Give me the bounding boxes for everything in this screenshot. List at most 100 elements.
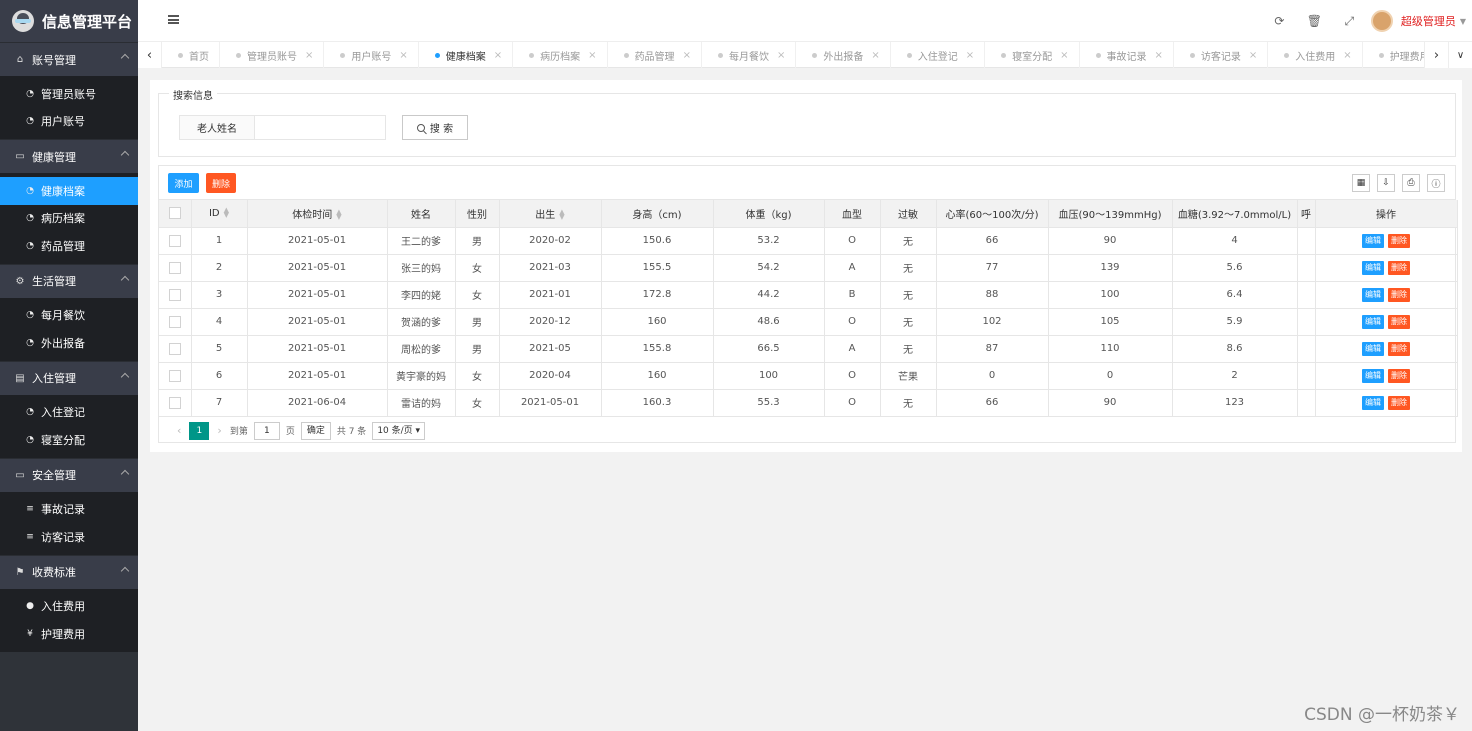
tab-2[interactable]: 用户账号 × (324, 42, 419, 68)
tab-4[interactable]: 病历档案 × (513, 42, 608, 68)
row-delete-button[interactable]: 删除 (1388, 395, 1410, 410)
tab-12[interactable]: 入住费用 × (1268, 42, 1363, 68)
export-icon[interactable]: ⇩ (1377, 174, 1395, 192)
close-icon[interactable]: × (494, 50, 502, 61)
row-checkbox[interactable] (159, 308, 192, 336)
sort-icon[interactable]: ▲ ▼ (559, 208, 564, 220)
elder-name-input[interactable] (254, 115, 386, 140)
row-checkbox[interactable] (159, 227, 192, 255)
close-icon[interactable]: × (777, 50, 785, 61)
sidebar-item-4-0[interactable]: ≡ 事故记录 (0, 496, 138, 524)
tab-10[interactable]: 事故记录 × (1080, 42, 1174, 68)
edit-button[interactable]: 编辑 (1362, 233, 1384, 248)
sidebar-item-4-1[interactable]: ≡ 访客记录 (0, 523, 138, 551)
columns-filter-icon[interactable]: ▦ (1352, 174, 1370, 192)
info-icon[interactable]: ⓘ (1427, 174, 1445, 192)
prev-page-icon[interactable]: ‹ (177, 424, 181, 437)
tab-11[interactable]: 访客记录 × (1174, 42, 1269, 68)
close-icon[interactable]: × (1343, 50, 1351, 61)
current-page[interactable]: 1 (189, 421, 210, 440)
tab-scroll-right-icon[interactable]: › (1424, 42, 1448, 68)
row-checkbox[interactable] (159, 389, 192, 417)
tab-9[interactable]: 寝室分配 × (985, 42, 1080, 68)
close-icon[interactable]: × (966, 50, 974, 61)
search-button[interactable]: 搜 索 (402, 115, 468, 140)
close-icon[interactable]: × (399, 50, 407, 61)
trash-icon[interactable]: 🗑 (1297, 14, 1332, 28)
sidebar-group-4[interactable]: ▭ 安全管理 (0, 457, 138, 492)
row-checkbox[interactable] (159, 335, 192, 363)
close-icon[interactable]: × (683, 50, 691, 61)
edit-button[interactable]: 编辑 (1362, 395, 1384, 410)
row-delete-button[interactable]: 删除 (1388, 368, 1410, 383)
close-icon[interactable]: × (1155, 50, 1163, 61)
tab-6[interactable]: 每月餐饮 × (702, 42, 797, 68)
sidebar-group-2[interactable]: ⚙ 生活管理 (0, 263, 138, 298)
print-icon[interactable]: ⎙ (1402, 174, 1420, 192)
table-cell: A (824, 335, 881, 363)
sidebar-item-2-0[interactable]: ◔ 每月餐饮 (0, 302, 138, 330)
tab-menu-icon[interactable]: ∨ (1448, 42, 1472, 68)
goto-page-input[interactable]: 1 (253, 421, 280, 440)
sidebar-item-2-1[interactable]: ◔ 外出报备 (0, 329, 138, 357)
tab-5[interactable]: 药品管理 × (608, 42, 702, 68)
row-delete-button[interactable]: 删除 (1388, 314, 1410, 329)
sidebar-item-3-1[interactable]: ◔ 寝室分配 (0, 426, 138, 454)
avatar[interactable] (1370, 10, 1393, 32)
close-icon[interactable]: × (588, 50, 596, 61)
column-header[interactable]: 体检时间 ▲ ▼ (247, 200, 388, 228)
close-icon[interactable]: × (1060, 50, 1068, 61)
tab-13[interactable]: 护理费用× (1363, 42, 1424, 68)
close-icon[interactable]: × (305, 50, 313, 61)
refresh-icon[interactable]: ⟳ (1262, 14, 1297, 28)
sidebar-item-1-2[interactable]: ◔ 药品管理 (0, 232, 138, 260)
sidebar-item-1-1[interactable]: ◔ 病历档案 (0, 205, 138, 233)
user-dropdown-icon[interactable]: ▼ (1460, 17, 1466, 26)
row-delete-button[interactable]: 删除 (1388, 260, 1410, 275)
row-checkbox[interactable] (159, 254, 192, 282)
column-header[interactable]: 出生 ▲ ▼ (499, 200, 602, 228)
sidebar-item-0-1[interactable]: ◔ 用户账号 (0, 108, 138, 136)
app-logo[interactable]: 信息管理平台 (0, 0, 138, 42)
sidebar-item-5-0[interactable]: ● 入住费用 (0, 593, 138, 621)
row-delete-button[interactable]: 删除 (1388, 233, 1410, 248)
delete-button[interactable]: 删除 (206, 173, 236, 193)
sidebar-item-5-1[interactable]: ¥ 护理费用 (0, 620, 138, 648)
close-icon[interactable]: × (1249, 50, 1257, 61)
edit-button[interactable]: 编辑 (1362, 260, 1384, 275)
tab-7[interactable]: 外出报备 × (796, 42, 891, 68)
sidebar-item-3-0[interactable]: ◔ 入住登记 (0, 399, 138, 427)
sidebar-group-3[interactable]: ▤ 入住管理 (0, 360, 138, 395)
table-cell: 黄宇豪的妈 (387, 362, 456, 390)
goto-confirm-button[interactable]: 确定 (300, 421, 331, 440)
sidebar-group-5[interactable]: ⚑ 收费标准 (0, 554, 138, 589)
close-icon[interactable]: × (871, 50, 879, 61)
sidebar-group-0[interactable]: ⌂ 账号管理 (0, 42, 138, 76)
sort-icon[interactable]: ▲ ▼ (224, 206, 229, 218)
menu-toggle-icon[interactable] (168, 15, 179, 24)
select-all-checkbox[interactable] (159, 200, 192, 228)
row-delete-button[interactable]: 删除 (1388, 341, 1410, 356)
tab-1[interactable]: 管理员账号 × (220, 42, 325, 68)
edit-button[interactable]: 编辑 (1362, 368, 1384, 383)
sort-icon[interactable]: ▲ ▼ (336, 208, 341, 220)
next-page-icon[interactable]: › (217, 424, 221, 437)
fullscreen-icon[interactable]: ⤢ (1332, 14, 1367, 29)
tab-8[interactable]: 入住登记 × (891, 42, 986, 68)
tab-scroll-left-icon[interactable]: ‹ (138, 42, 162, 68)
tab-0[interactable]: 首页 (162, 42, 220, 68)
row-delete-button[interactable]: 删除 (1388, 287, 1410, 302)
user-name[interactable]: 超级管理员 (1401, 13, 1456, 29)
sidebar-item-1-0[interactable]: ◔ 健康档案 (0, 177, 138, 205)
row-checkbox[interactable] (159, 281, 192, 309)
column-header[interactable]: ID ▲ ▼ (191, 200, 248, 228)
add-button[interactable]: 添加 (168, 173, 199, 193)
sidebar-item-0-0[interactable]: ◔ 管理员账号 (0, 80, 138, 108)
page-size-select[interactable]: 10 条/页 ▾ (372, 421, 426, 440)
sidebar-group-1[interactable]: ▭ 健康管理 (0, 139, 138, 173)
edit-button[interactable]: 编辑 (1362, 287, 1384, 302)
edit-button[interactable]: 编辑 (1362, 314, 1384, 329)
tab-3[interactable]: 健康档案 × (419, 42, 514, 68)
row-checkbox[interactable] (159, 362, 192, 390)
edit-button[interactable]: 编辑 (1362, 341, 1384, 356)
